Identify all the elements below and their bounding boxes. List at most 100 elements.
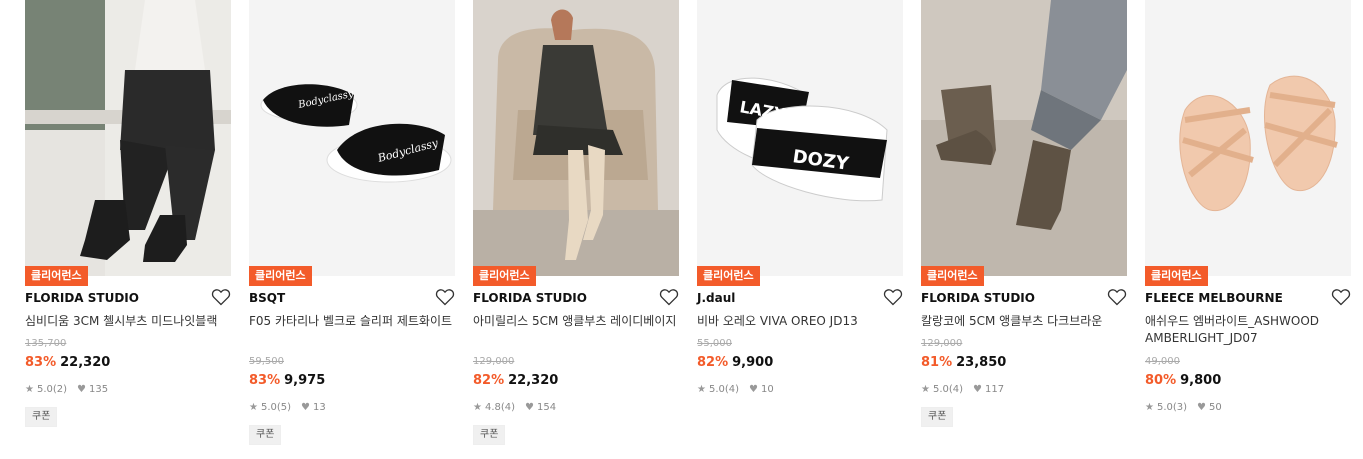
- rating-value: 5.0: [36, 384, 53, 395]
- heart-filled-icon: ♥: [301, 402, 311, 413]
- clearance-badge: 클리어런스: [249, 266, 312, 286]
- price-row: 83% 22,320: [25, 355, 110, 371]
- brand-name[interactable]: BSQT: [249, 291, 285, 306]
- price-row: 81% 23,850: [921, 355, 1006, 371]
- brand-name[interactable]: J.daul: [697, 291, 735, 306]
- rating-value: 5.0: [1156, 402, 1173, 413]
- review-meta: ★ 5.0 (3) ♥ 50: [1145, 402, 1222, 414]
- review-meta: ★ 4.8 (4) ♥ 154: [473, 402, 556, 414]
- rating-value: 5.0: [708, 384, 725, 395]
- clearance-badge: 클리어런스: [1145, 266, 1208, 286]
- wishlist-heart-icon[interactable]: [659, 288, 679, 306]
- clearance-badge: 클리어런스: [473, 266, 536, 286]
- discount-rate: 83%: [25, 355, 57, 370]
- star-icon: ★: [473, 402, 482, 413]
- original-price: 135,700: [25, 338, 67, 349]
- star-icon: ★: [249, 402, 258, 413]
- product-image[interactable]: Bodyclassy Bodyclassy: [249, 0, 455, 276]
- product-image[interactable]: [1145, 0, 1351, 276]
- product-grid: 클리어런스 FLORIDA STUDIO 심비디움 3CM 첼시부츠 미드나잇블…: [25, 0, 1355, 459]
- clearance-badge: 클리어런스: [697, 266, 760, 286]
- brand-name[interactable]: FLORIDA STUDIO: [473, 291, 587, 306]
- like-count: 117: [985, 384, 1005, 395]
- product-name[interactable]: 비바 오레오 VIVA OREO JD13: [697, 313, 903, 330]
- discount-rate: 83%: [249, 373, 281, 388]
- product-name[interactable]: 아미릴리스 5CM 앵클부츠 레이디베이지: [473, 313, 679, 330]
- product-card[interactable]: 클리어런스 FLORIDA STUDIO 아미릴리스 5CM 앵클부츠 레이디베…: [473, 0, 679, 459]
- review-count: (4): [948, 384, 964, 395]
- discount-rate: 81%: [921, 355, 953, 370]
- sale-price: 22,320: [508, 373, 559, 388]
- coupon-tag: 쿠폰: [473, 425, 506, 445]
- rating-value: 4.8: [484, 402, 501, 413]
- product-card[interactable]: LAZY DOZY 클리어런스 J.daul 비바 오레오 VIVA OREO …: [697, 0, 903, 459]
- wishlist-heart-icon[interactable]: [435, 288, 455, 306]
- like-count: 135: [89, 384, 109, 395]
- wishlist-heart-icon[interactable]: [883, 288, 903, 306]
- original-price: 55,000: [697, 338, 732, 349]
- like-count: 13: [313, 402, 326, 413]
- discount-rate: 80%: [1145, 373, 1177, 388]
- product-name[interactable]: 칼랑코에 5CM 앵클부츠 다크브라운: [921, 313, 1127, 330]
- coupon-tag: 쿠폰: [249, 425, 282, 445]
- heart-filled-icon: ♥: [749, 384, 759, 395]
- brand-name[interactable]: FLORIDA STUDIO: [921, 291, 1035, 306]
- heart-filled-icon: ♥: [525, 402, 535, 413]
- price-row: 82% 9,900: [697, 355, 773, 371]
- price-row: 83% 9,975: [249, 373, 325, 389]
- star-icon: ★: [697, 384, 706, 395]
- like-count: 154: [537, 402, 557, 413]
- brand-name[interactable]: FLORIDA STUDIO: [25, 291, 139, 306]
- product-image[interactable]: [473, 0, 679, 276]
- clearance-badge: 클리어런스: [25, 266, 88, 286]
- product-name[interactable]: 애쉬우드 엠버라이트_ASHWOOD AMBERLIGHT_JD07: [1145, 313, 1351, 347]
- product-card[interactable]: 클리어런스 FLEECE MELBOURNE 애쉬우드 엠버라이트_ASHWOO…: [1145, 0, 1351, 459]
- product-image[interactable]: [921, 0, 1127, 276]
- rating-value: 5.0: [932, 384, 949, 395]
- price-row: 80% 9,800: [1145, 373, 1221, 389]
- sale-price: 23,850: [956, 355, 1007, 370]
- coupon-tag: 쿠폰: [921, 407, 954, 427]
- sale-price: 9,900: [732, 355, 774, 370]
- product-card[interactable]: Bodyclassy Bodyclassy 클리어런스 BSQT F05 카타리…: [249, 0, 455, 459]
- review-count: (3): [1172, 402, 1188, 413]
- product-card[interactable]: 클리어런스 FLORIDA STUDIO 칼랑코에 5CM 앵클부츠 다크브라운…: [921, 0, 1127, 459]
- discount-rate: 82%: [473, 373, 505, 388]
- star-icon: ★: [25, 384, 34, 395]
- review-count: (4): [724, 384, 740, 395]
- heart-filled-icon: ♥: [1197, 402, 1207, 413]
- wishlist-heart-icon[interactable]: [211, 288, 231, 306]
- product-card[interactable]: 클리어런스 FLORIDA STUDIO 심비디움 3CM 첼시부츠 미드나잇블…: [25, 0, 231, 459]
- product-image[interactable]: [25, 0, 231, 276]
- original-price: 129,000: [473, 356, 515, 367]
- wishlist-heart-icon[interactable]: [1331, 288, 1351, 306]
- sale-price: 9,975: [284, 373, 326, 388]
- review-count: (2): [52, 384, 68, 395]
- wishlist-heart-icon[interactable]: [1107, 288, 1127, 306]
- heart-filled-icon: ♥: [973, 384, 983, 395]
- heart-filled-icon: ♥: [77, 384, 87, 395]
- star-icon: ★: [1145, 402, 1154, 413]
- rating-value: 5.0: [260, 402, 277, 413]
- coupon-tag: 쿠폰: [25, 407, 58, 427]
- original-price: 59,500: [249, 356, 284, 367]
- brand-name[interactable]: FLEECE MELBOURNE: [1145, 291, 1283, 306]
- product-image[interactable]: LAZY DOZY: [697, 0, 903, 276]
- review-count: (5): [276, 402, 292, 413]
- review-meta: ★ 5.0 (2) ♥ 135: [25, 384, 108, 396]
- like-count: 10: [761, 384, 774, 395]
- review-count: (4): [500, 402, 516, 413]
- clearance-badge: 클리어런스: [921, 266, 984, 286]
- original-price: 129,000: [921, 338, 963, 349]
- star-icon: ★: [921, 384, 930, 395]
- review-meta: ★ 5.0 (5) ♥ 13: [249, 402, 326, 414]
- sale-price: 22,320: [60, 355, 111, 370]
- sale-price: 9,800: [1180, 373, 1222, 388]
- product-name[interactable]: 심비디움 3CM 첼시부츠 미드나잇블랙: [25, 313, 231, 330]
- original-price: 49,000: [1145, 356, 1180, 367]
- discount-rate: 82%: [697, 355, 729, 370]
- price-row: 82% 22,320: [473, 373, 558, 389]
- like-count: 50: [1209, 402, 1222, 413]
- product-name[interactable]: F05 카타리나 벨크로 슬리퍼 제트화이트: [249, 313, 455, 330]
- review-meta: ★ 5.0 (4) ♥ 117: [921, 384, 1004, 396]
